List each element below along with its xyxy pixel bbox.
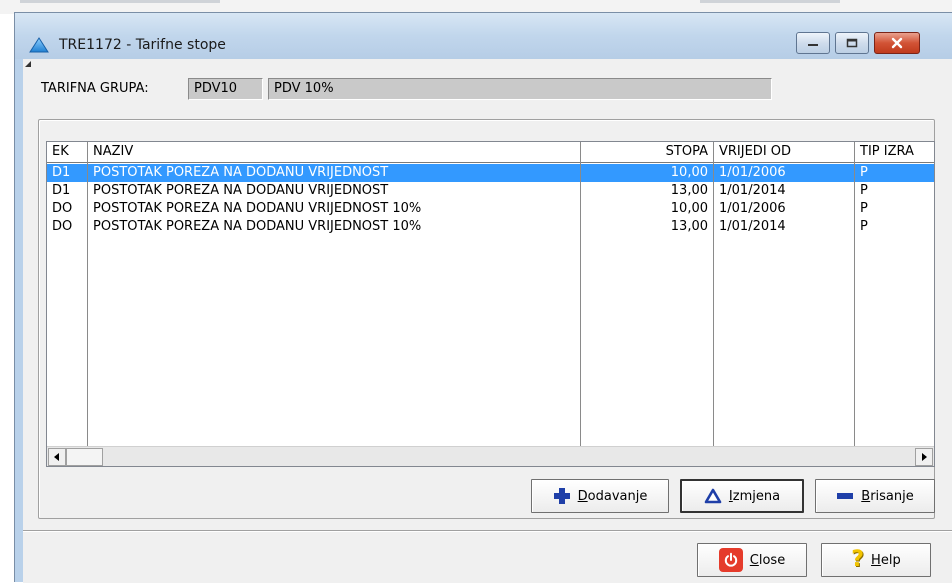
triangle-app-icon bbox=[29, 37, 49, 53]
table-row[interactable]: DO POSTOTAK POREZA NA DODANU VRIJEDNOST … bbox=[47, 218, 934, 236]
tarifna-grupa-description-field: PDV 10% bbox=[268, 78, 772, 100]
cell-ek: DO bbox=[52, 219, 73, 234]
table-row[interactable]: D1 POSTOTAK POREZA NA DODANU VRIJEDNOST … bbox=[47, 182, 934, 200]
cell-stopa: 10,00 bbox=[670, 165, 708, 180]
cell-vrijedi-od: 1/01/2014 bbox=[719, 219, 786, 234]
add-button[interactable]: Dodavanje bbox=[531, 479, 669, 513]
footer-separator bbox=[23, 530, 952, 532]
minus-icon bbox=[837, 493, 854, 499]
arrow-right-icon bbox=[922, 453, 927, 461]
arrow-left-icon bbox=[54, 453, 59, 461]
cell-ek: D1 bbox=[52, 165, 71, 180]
cell-stopa: 13,00 bbox=[670, 183, 708, 198]
close-button[interactable]: Close bbox=[697, 543, 807, 577]
scroll-right-button[interactable] bbox=[915, 448, 933, 466]
tarifna-grupa-code-field: PDV10 bbox=[188, 78, 263, 100]
column-divider bbox=[580, 142, 581, 446]
cell-vrijedi-od: 1/01/2014 bbox=[719, 183, 786, 198]
cell-naziv: POSTOTAK POREZA NA DODANU VRIJEDNOST 10% bbox=[93, 201, 422, 216]
scroll-thumb[interactable] bbox=[66, 448, 103, 466]
horizontal-scrollbar[interactable] bbox=[47, 446, 934, 466]
scroll-left-button[interactable] bbox=[48, 448, 66, 466]
maximize-icon bbox=[846, 38, 858, 48]
maximize-button[interactable] bbox=[835, 32, 869, 54]
close-icon bbox=[891, 37, 903, 49]
cell-ek: D1 bbox=[52, 183, 71, 198]
cell-vrijedi-od: 1/01/2006 bbox=[719, 201, 786, 216]
help-button[interactable]: ? Help bbox=[821, 543, 931, 577]
column-header-naziv[interactable]: NAZIV bbox=[88, 142, 580, 163]
triangle-icon bbox=[704, 488, 722, 504]
column-divider bbox=[87, 142, 88, 446]
cell-stopa: 13,00 bbox=[670, 219, 708, 234]
window-title: TRE1172 - Tarifne stope bbox=[59, 37, 226, 53]
column-header-stopa[interactable]: STOPA bbox=[581, 142, 713, 163]
help-button-label: Help bbox=[871, 552, 901, 568]
window-close-button[interactable] bbox=[874, 32, 920, 54]
cell-stopa: 10,00 bbox=[670, 201, 708, 216]
cell-naziv: POSTOTAK POREZA NA DODANU VRIJEDNOST 10% bbox=[93, 219, 422, 234]
cell-tip: P bbox=[860, 165, 868, 180]
cell-naziv: POSTOTAK POREZA NA DODANU VRIJEDNOST bbox=[93, 183, 389, 198]
plus-icon bbox=[553, 488, 570, 504]
power-icon bbox=[718, 548, 743, 572]
tarifna-grupa-label: TARIFNA GRUPA: bbox=[41, 81, 149, 96]
dialog-client-area: TARIFNA GRUPA: PDV10 PDV 10% EK NAZIV ST… bbox=[23, 59, 952, 583]
cell-tip: P bbox=[860, 201, 868, 216]
cell-vrijedi-od: 1/01/2006 bbox=[719, 165, 786, 180]
edit-button-label: Izmjena bbox=[728, 488, 781, 504]
close-button-label: Close bbox=[749, 552, 786, 568]
table-row[interactable]: DO POSTOTAK POREZA NA DODANU VRIJEDNOST … bbox=[47, 200, 934, 218]
grid-header: EK NAZIV STOPA VRIJEDI OD TIP IZRA bbox=[47, 142, 934, 163]
edit-button[interactable]: Izmjena bbox=[680, 479, 804, 513]
resize-corner-mark bbox=[25, 61, 31, 67]
column-header-vrijedi-od[interactable]: VRIJEDI OD bbox=[714, 142, 854, 163]
minimize-icon bbox=[808, 44, 818, 46]
rates-grid[interactable]: EK NAZIV STOPA VRIJEDI OD TIP IZRA D1 PO… bbox=[46, 141, 935, 467]
minimize-button[interactable] bbox=[796, 32, 830, 54]
column-header-ek[interactable]: EK bbox=[47, 142, 87, 163]
column-divider bbox=[713, 142, 714, 446]
column-divider bbox=[854, 142, 855, 446]
background-strip bbox=[700, 0, 840, 3]
delete-button-label: Brisanje bbox=[861, 488, 914, 504]
cell-ek: DO bbox=[52, 201, 73, 216]
question-mark-icon: ? bbox=[851, 547, 865, 572]
table-row[interactable]: D1 POSTOTAK POREZA NA DODANU VRIJEDNOST … bbox=[47, 164, 934, 182]
dialog-window: TRE1172 - Tarifne stope TARIFNA GRUPA: P… bbox=[14, 12, 952, 583]
delete-button[interactable]: Brisanje bbox=[815, 479, 935, 513]
cell-naziv: POSTOTAK POREZA NA DODANU VRIJEDNOST bbox=[93, 165, 389, 180]
cell-tip: P bbox=[860, 183, 868, 198]
column-header-tip-izra[interactable]: TIP IZRA bbox=[855, 142, 934, 163]
background-strip bbox=[20, 0, 220, 3]
title-bar[interactable]: TRE1172 - Tarifne stope bbox=[15, 13, 952, 59]
add-button-label: Dodavanje bbox=[577, 488, 648, 504]
cell-tip: P bbox=[860, 219, 868, 234]
